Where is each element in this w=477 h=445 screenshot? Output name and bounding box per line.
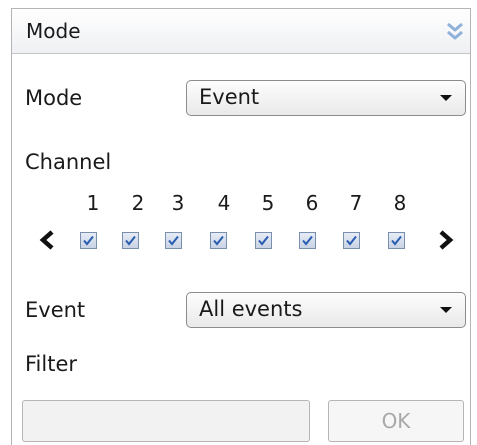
- channel-number: 6: [305, 191, 319, 215]
- channel-number: 7: [349, 191, 363, 215]
- check-icon: [83, 235, 94, 246]
- chevron-left-icon[interactable]: [37, 225, 57, 255]
- channel-checkbox-5[interactable]: [255, 232, 272, 249]
- mode-label: Mode: [25, 86, 83, 110]
- channel-number: 2: [131, 191, 145, 215]
- double-chevron-down-icon[interactable]: [444, 20, 466, 42]
- channel-number: 4: [217, 191, 231, 215]
- event-select-value: All events: [199, 297, 303, 321]
- ok-button[interactable]: OK: [328, 400, 464, 442]
- check-icon: [258, 235, 269, 246]
- check-icon: [213, 235, 224, 246]
- panel-header[interactable]: Mode: [12, 9, 470, 54]
- dropdown-arrow-icon: [440, 307, 452, 313]
- channel-checkbox-2[interactable]: [122, 232, 139, 249]
- event-label: Event: [25, 298, 86, 322]
- channel-number: 1: [86, 191, 100, 215]
- check-icon: [302, 235, 313, 246]
- mode-panel: Mode: [11, 8, 471, 445]
- channel-checkbox-3[interactable]: [165, 232, 182, 249]
- channel-checkbox-4[interactable]: [210, 232, 227, 249]
- channel-label: Channel: [25, 150, 112, 174]
- filter-input[interactable]: [22, 400, 310, 442]
- channel-number: 5: [261, 191, 275, 215]
- event-select[interactable]: All events: [186, 292, 466, 328]
- channel-checkbox-8[interactable]: [388, 232, 405, 249]
- channel-checkbox-1[interactable]: [80, 232, 97, 249]
- panel-title: Mode: [26, 19, 81, 43]
- channel-number: 8: [393, 191, 407, 215]
- filter-label: Filter: [25, 352, 78, 376]
- dropdown-arrow-icon: [440, 95, 452, 101]
- check-icon: [346, 235, 357, 246]
- check-icon: [125, 235, 136, 246]
- check-icon: [391, 235, 402, 246]
- channel-checkbox-6[interactable]: [299, 232, 316, 249]
- channel-number: 3: [171, 191, 185, 215]
- mode-select-value: Event: [199, 85, 260, 109]
- check-icon: [168, 235, 179, 246]
- channel-checkbox-7[interactable]: [343, 232, 360, 249]
- mode-select[interactable]: Event: [186, 80, 466, 116]
- chevron-right-icon[interactable]: [436, 225, 456, 255]
